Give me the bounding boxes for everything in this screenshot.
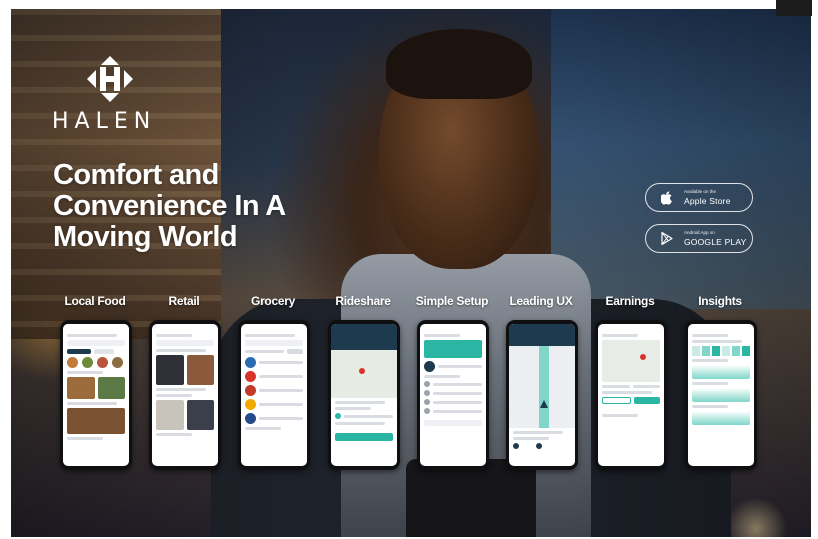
top-right-mark <box>776 0 812 16</box>
feature-label: Local Food <box>64 294 126 308</box>
phone-mockup <box>328 320 400 470</box>
feature-label: Rideshare <box>335 294 391 308</box>
hero-headline: Comfort and Convenience In A Moving Worl… <box>53 160 313 253</box>
feature-leading-ux[interactable]: Leading UX <box>498 294 584 470</box>
feature-label: Earnings <box>605 294 655 308</box>
phone-screen-local-food <box>63 324 129 466</box>
google-play-label: GOOGLE PLAY <box>684 236 747 247</box>
apple-icon <box>660 191 674 205</box>
apple-store-button[interactable]: Available on the Apple Store <box>645 183 753 212</box>
feature-rideshare[interactable]: Rideshare <box>320 294 406 470</box>
phone-screen-insights <box>688 324 754 466</box>
phone-screen-earnings <box>598 324 664 466</box>
brand-wordmark: HALEN <box>52 109 157 134</box>
phone-mockup <box>417 320 489 470</box>
feature-earnings[interactable]: Earnings <box>587 294 673 470</box>
feature-label: Leading UX <box>509 294 573 308</box>
headline-line-3: Moving World <box>53 221 238 253</box>
phone-mockup <box>506 320 578 470</box>
feature-showcase: Local Food Retail Grocery Rideshare Simp… <box>52 294 772 474</box>
phone-screen-leading-ux <box>509 324 575 466</box>
play-icon <box>660 232 674 246</box>
google-play-button[interactable]: Android App on GOOGLE PLAY <box>645 224 753 253</box>
phone-screen-grocery <box>241 324 307 466</box>
phone-mockup <box>238 320 310 470</box>
phone-mockup <box>149 320 221 470</box>
apple-store-label: Apple Store <box>684 195 731 206</box>
feature-local-food[interactable]: Local Food <box>52 294 138 470</box>
headline-line-2: Convenience In A <box>53 190 286 222</box>
phone-mockup <box>685 320 757 470</box>
google-play-caption: Android App on <box>684 230 715 235</box>
feature-retail[interactable]: Retail <box>141 294 227 470</box>
phone-screen-retail <box>152 324 218 466</box>
phone-screen-rideshare <box>331 324 397 466</box>
phone-mockup <box>60 320 132 470</box>
feature-insights[interactable]: Insights <box>677 294 763 470</box>
feature-label: Retail <box>168 294 200 308</box>
apple-store-caption: Available on the <box>684 189 716 194</box>
brand-logo[interactable]: HALEN <box>52 55 174 134</box>
feature-grocery[interactable]: Grocery <box>230 294 316 470</box>
phone-screen-simple-setup <box>420 324 486 466</box>
feature-label: Insights <box>698 294 742 308</box>
headline-line-1: Comfort and <box>53 159 219 191</box>
phone-mockup <box>595 320 667 470</box>
feature-simple-setup[interactable]: Simple Setup <box>409 294 495 470</box>
halen-logo-icon <box>87 56 133 102</box>
feature-label: Simple Setup <box>415 294 489 308</box>
top-border <box>0 0 818 8</box>
feature-label: Grocery <box>251 294 295 308</box>
